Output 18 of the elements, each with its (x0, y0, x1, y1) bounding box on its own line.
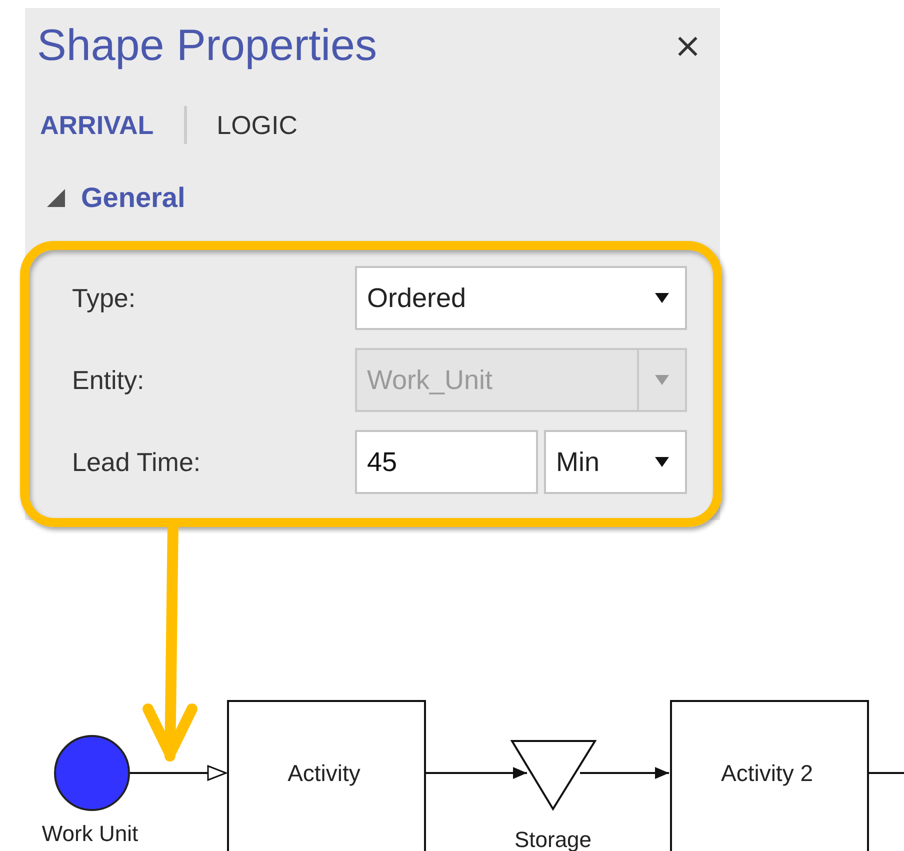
close-button[interactable]: × (670, 26, 706, 66)
dropdown[interactable]: Ordered (355, 266, 687, 330)
section-title: General (81, 182, 186, 214)
tab[interactable]: ARRIVAL (40, 110, 154, 141)
number-field[interactable]: 45 (355, 430, 538, 494)
field-label: Type: (72, 282, 137, 314)
caret-icon (655, 293, 669, 304)
unit-dropdown[interactable]: Min (544, 430, 687, 494)
tab[interactable]: LOGIC (216, 110, 298, 141)
panel-title: Shape Properties (37, 22, 377, 70)
collapse-triangle-icon[interactable] (47, 189, 65, 208)
activity-box: Activity 2 (670, 700, 869, 851)
caret-icon (655, 457, 669, 468)
field-label: Lead Time: (72, 446, 202, 478)
activity-box: Activity (227, 700, 426, 851)
caret-icon (655, 375, 669, 386)
field-label: Entity: (72, 364, 146, 396)
node-label: Work Unit (42, 821, 138, 846)
